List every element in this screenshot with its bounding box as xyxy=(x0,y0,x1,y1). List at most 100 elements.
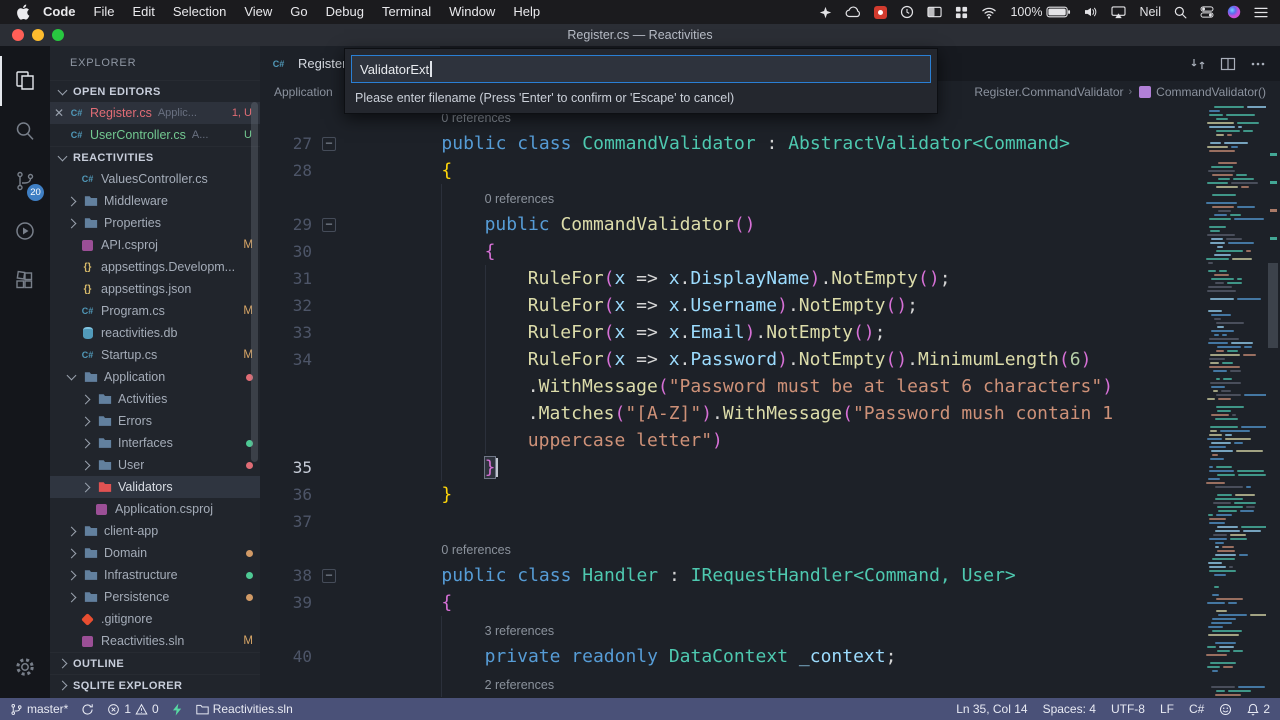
open-editor-item[interactable]: C# UserController.cs A... U xyxy=(50,124,260,146)
sync-changes-item[interactable] xyxy=(81,703,94,716)
extensions-icon[interactable] xyxy=(0,256,50,306)
sqlite-section-header[interactable]: SQLITE EXPLORER xyxy=(50,674,260,696)
codelens-references[interactable]: 2 references xyxy=(355,672,554,697)
tree-item-valuescontroller-cs[interactable]: C# ValuesController.cs xyxy=(50,168,260,190)
outline-section-header[interactable]: OUTLINE xyxy=(50,652,260,674)
tree-item-user[interactable]: User xyxy=(50,454,260,476)
tree-item-client-app[interactable]: client-app xyxy=(50,520,260,542)
user-name[interactable]: Neil xyxy=(1139,5,1161,19)
code-editor[interactable]: 0 references 27− public class CommandValid… xyxy=(260,103,1204,698)
menu-go[interactable]: Go xyxy=(281,0,316,24)
open-changes-icon[interactable] xyxy=(1190,56,1206,72)
menu-code[interactable]: Code xyxy=(34,0,85,24)
tree-item-middleware[interactable]: Middleware xyxy=(50,190,260,212)
filename-input[interactable]: ValidatorExt xyxy=(351,55,931,83)
close-window-button[interactable] xyxy=(12,29,24,41)
cloud-icon[interactable] xyxy=(845,6,861,18)
breadcrumb-left[interactable]: Application xyxy=(274,85,333,99)
git-branch-item[interactable]: master* xyxy=(10,702,68,716)
project-section-header[interactable]: REACTIVITIES xyxy=(50,146,260,168)
tree-item-startup-cs[interactable]: C# Startup.cs M xyxy=(50,344,260,366)
tree-item--gitignore[interactable]: .gitignore xyxy=(50,608,260,630)
eol-item[interactable]: LF xyxy=(1160,702,1174,716)
search-icon[interactable] xyxy=(1174,6,1187,19)
scrollbar-thumb[interactable] xyxy=(1268,263,1278,348)
csharp-file-icon: C# xyxy=(81,306,94,316)
tree-item-domain[interactable]: Domain xyxy=(50,542,260,564)
control-center-icon[interactable] xyxy=(1200,6,1214,18)
settings-gear-icon[interactable] xyxy=(0,642,50,692)
tree-item-reactivities-db[interactable]: reactivities.db xyxy=(50,322,260,344)
menu-list-icon[interactable] xyxy=(1254,7,1268,18)
tree-item-application-csproj[interactable]: Application.csproj xyxy=(50,498,260,520)
debug-icon[interactable] xyxy=(0,206,50,256)
minimap[interactable] xyxy=(1204,103,1266,698)
csharp-file-icon: C# xyxy=(81,350,94,360)
menu-edit[interactable]: Edit xyxy=(123,0,163,24)
tree-item-infrastructure[interactable]: Infrastructure xyxy=(50,564,260,586)
more-actions-icon[interactable] xyxy=(1250,56,1266,72)
encoding-item[interactable]: UTF-8 xyxy=(1111,702,1145,716)
sidebar-scrollbar[interactable] xyxy=(251,102,258,462)
volume-icon[interactable] xyxy=(1084,6,1098,18)
open-editors-header[interactable]: OPEN EDITORS xyxy=(50,80,260,102)
source-control-icon[interactable]: 20 xyxy=(0,156,50,206)
clock-icon[interactable] xyxy=(900,5,914,19)
wifi-icon[interactable] xyxy=(981,6,997,19)
siri-icon[interactable] xyxy=(1227,5,1241,19)
tree-item-validators[interactable]: Validators xyxy=(50,476,260,498)
tree-item-program-cs[interactable]: C# Program.cs M xyxy=(50,300,260,322)
menu-selection[interactable]: Selection xyxy=(164,0,235,24)
menu-file[interactable]: File xyxy=(85,0,124,24)
codelens-references[interactable]: 3 references xyxy=(355,618,554,643)
search-icon[interactable] xyxy=(0,106,50,156)
tree-item-reactivities-sln[interactable]: Reactivities.sln M xyxy=(50,630,260,652)
menu-debug[interactable]: Debug xyxy=(317,0,373,24)
open-editor-item[interactable]: ✕ C# Register.cs Applic... 1, U xyxy=(50,102,260,124)
sparkle-icon[interactable] xyxy=(819,6,832,19)
indentation-item[interactable]: Spaces: 4 xyxy=(1043,702,1096,716)
notifications-item[interactable]: 2 xyxy=(1247,702,1270,716)
airplay-icon[interactable] xyxy=(1111,5,1127,19)
fold-icon[interactable]: − xyxy=(322,217,336,232)
apple-menu-icon[interactable] xyxy=(12,4,34,20)
menu-help[interactable]: Help xyxy=(504,0,549,24)
tree-item-persistence[interactable]: Persistence xyxy=(50,586,260,608)
tree-item-interfaces[interactable]: Interfaces xyxy=(50,432,260,454)
maximize-window-button[interactable] xyxy=(52,29,64,41)
split-editor-icon[interactable] xyxy=(1220,56,1236,72)
codelens-references[interactable]: 0 references xyxy=(355,186,554,211)
editor-scrollbar[interactable] xyxy=(1266,103,1280,698)
breadcrumb-symbol[interactable]: CommandValidator() xyxy=(1156,85,1266,99)
red-app-icon[interactable] xyxy=(874,5,888,19)
language-mode-item[interactable]: C# xyxy=(1189,702,1204,716)
csharp-file-icon: C# xyxy=(70,108,83,118)
tree-item-application[interactable]: Application xyxy=(50,366,260,388)
fold-icon[interactable]: − xyxy=(322,136,336,151)
feedback-smiley-icon[interactable] xyxy=(1219,703,1232,716)
grid-icon[interactable] xyxy=(955,6,968,19)
menu-view[interactable]: View xyxy=(235,0,281,24)
explorer-icon[interactable] xyxy=(0,56,50,106)
minimize-window-button[interactable] xyxy=(32,29,44,41)
codelens-references[interactable]: 0 references xyxy=(355,537,510,562)
tree-item-appsettings-developm-[interactable]: {} appsettings.Developm... xyxy=(50,256,260,278)
close-icon[interactable]: ✕ xyxy=(50,106,68,120)
fold-icon[interactable]: − xyxy=(322,568,336,583)
window-manager-icon[interactable] xyxy=(927,6,943,18)
tree-item-appsettings-json[interactable]: {} appsettings.json xyxy=(50,278,260,300)
menu-terminal[interactable]: Terminal xyxy=(373,0,440,24)
open-editor-name: UserController.cs xyxy=(90,128,186,142)
solution-item[interactable]: Reactivities.sln xyxy=(196,702,293,716)
problems-item[interactable]: 1 0 xyxy=(107,702,159,716)
live-status-icon[interactable] xyxy=(172,703,183,716)
csproj-file-icon xyxy=(79,237,96,253)
tree-item-properties[interactable]: Properties xyxy=(50,212,260,234)
tree-item-api-csproj[interactable]: API.csproj M xyxy=(50,234,260,256)
breadcrumb-type[interactable]: Register.CommandValidator xyxy=(974,85,1123,99)
cursor-position-item[interactable]: Ln 35, Col 14 xyxy=(956,702,1027,716)
menu-window[interactable]: Window xyxy=(440,0,504,24)
battery-status[interactable]: 100% xyxy=(1010,5,1071,19)
tree-item-errors[interactable]: Errors xyxy=(50,410,260,432)
tree-item-activities[interactable]: Activities xyxy=(50,388,260,410)
